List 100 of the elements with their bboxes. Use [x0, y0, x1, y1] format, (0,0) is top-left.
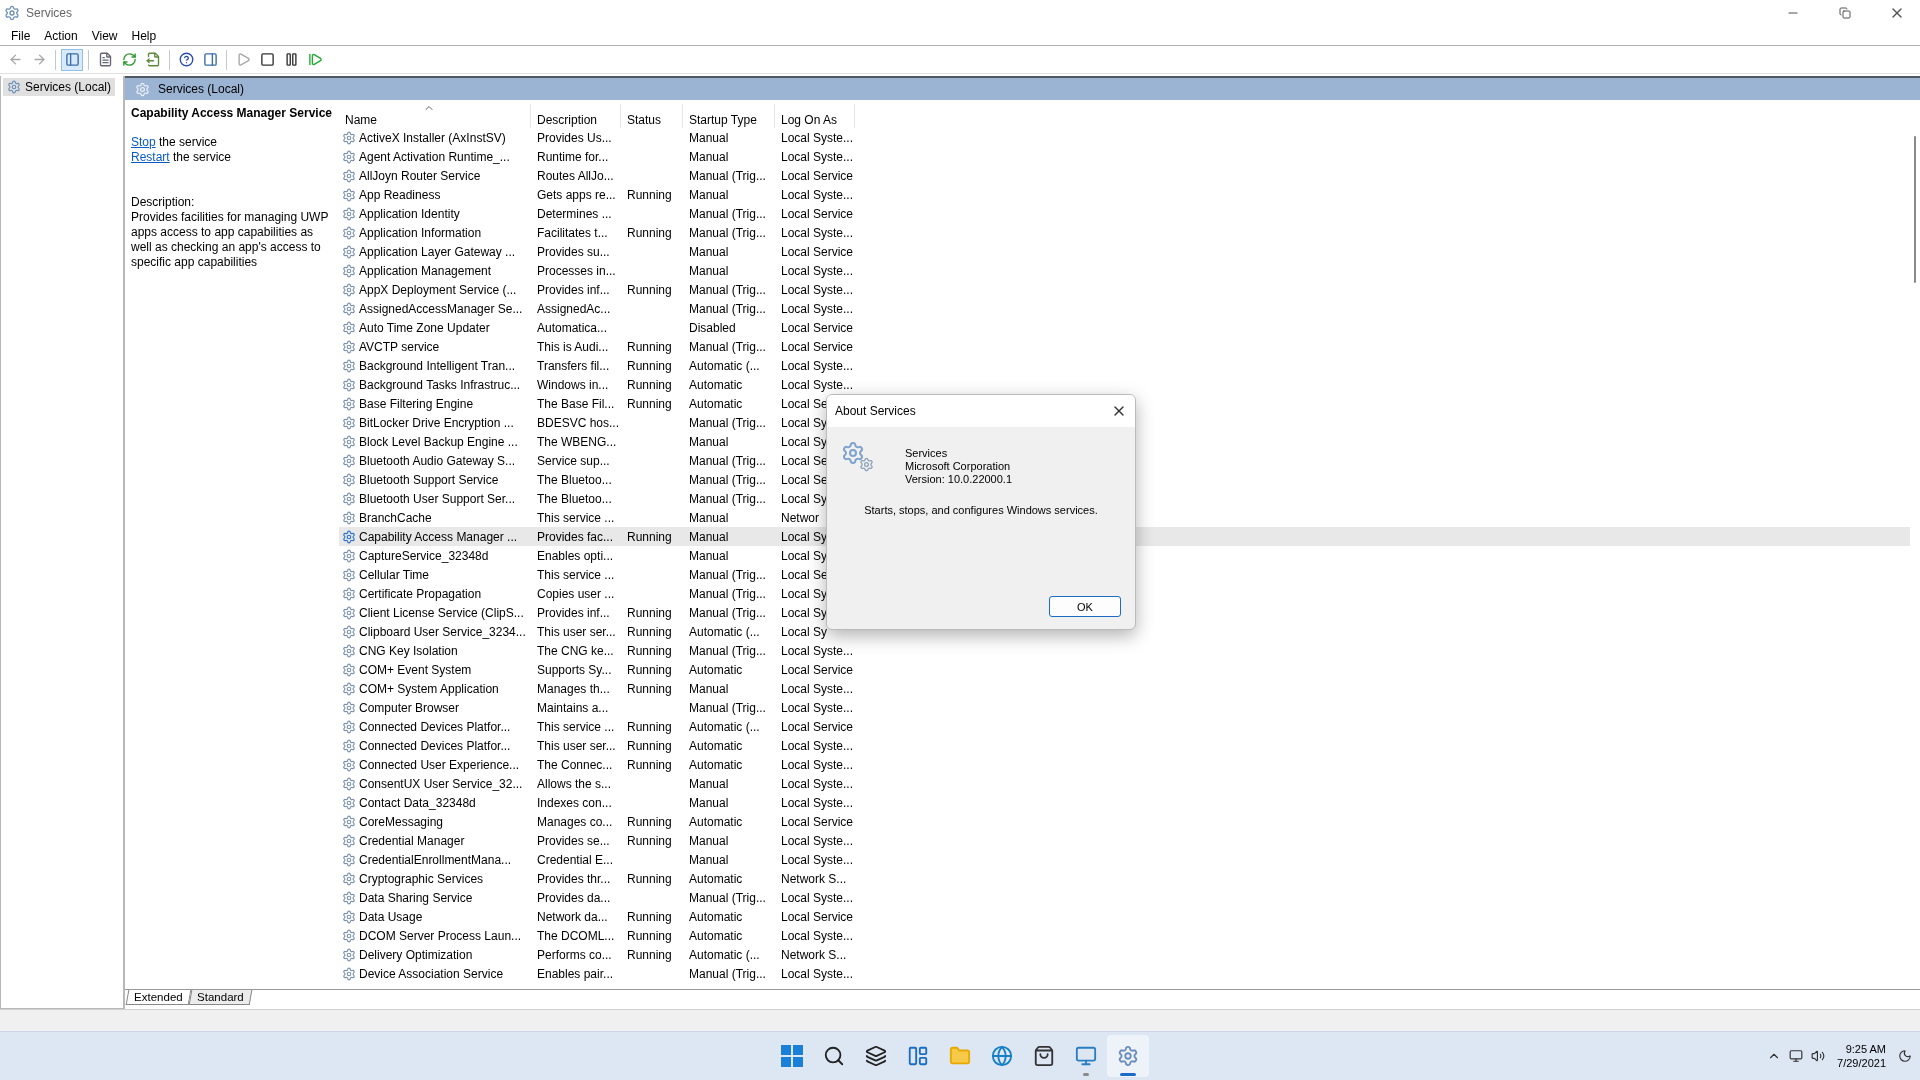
task-view-icon [865, 1045, 887, 1067]
column-header[interactable]: Description [531, 104, 621, 128]
menu-item[interactable]: Help [124, 26, 164, 45]
table-cell: CaptureService_32348d [359, 548, 489, 563]
table-cell-text: Network S... [780, 947, 847, 962]
table-cell-text: Manual [688, 852, 729, 867]
table-cell-text: Local Sy [780, 624, 828, 639]
gear-icon [341, 832, 357, 849]
table-cell-text: Manual (Trig... [688, 567, 766, 582]
table-cell: Auto Time Zone Updater [359, 320, 490, 335]
gear-icon [341, 756, 357, 773]
table-cell-text: Provides da... [536, 890, 611, 905]
table-cell-text: Supports Sy... [536, 662, 612, 677]
table-cell-text: Disabled [688, 320, 736, 335]
table-cell-text: Manual [688, 187, 729, 202]
table-cell-text: Manual (Trig... [688, 225, 766, 240]
table-cell-text: Running [626, 947, 672, 962]
gear-icon [341, 889, 357, 906]
gear-icon [7, 80, 21, 94]
table-cell-text: Windows in... [536, 377, 609, 392]
view-tab[interactable]: Extended [125, 990, 191, 1005]
clock[interactable]: 9:25 AM 7/29/2021 [1833, 1042, 1890, 1070]
table-cell-text: Manual [688, 529, 729, 544]
table-cell: App Readiness [359, 187, 441, 202]
table-cell-text: Provides su... [536, 244, 610, 259]
table-cell-text: Networ [780, 510, 819, 525]
table-cell-text: Local Service [780, 662, 854, 677]
gear-icon [135, 81, 150, 97]
table-cell-text: Local Syste... [780, 890, 854, 905]
action-link[interactable]: Restart [131, 150, 170, 164]
gear-icon [341, 718, 357, 735]
table-cell-text: Running [626, 814, 672, 829]
table-cell-text: Manual (Trig... [688, 168, 766, 183]
gear-icon [341, 851, 357, 868]
table-cell-text: This service ... [536, 567, 615, 582]
gear-icon [1117, 1045, 1139, 1067]
table-cell-text: Manual (Trig... [688, 890, 766, 905]
table-cell: Delivery Optimization [359, 947, 473, 962]
table-cell-text: Running [626, 225, 672, 240]
gear-icon [341, 775, 357, 792]
service-title: Capability Access Manager Service [131, 106, 333, 121]
table-cell-text: Facilitates t... [536, 225, 608, 240]
browser-icon [991, 1045, 1013, 1067]
table-cell-text: Local Service [780, 168, 854, 183]
scrollbar-thumb[interactable] [1914, 136, 1916, 283]
view-tab[interactable]: Standard [188, 990, 252, 1005]
gear-icon [341, 908, 357, 925]
table-cell-text: Running [626, 358, 672, 373]
table-cell-text: Running [626, 757, 672, 772]
table-cell-text: Automatic (... [688, 358, 760, 373]
table-cell: Capability Access Manager ... [359, 529, 518, 544]
table-cell-text: Automatic [688, 757, 743, 772]
table-cell: AssignedAccessManager Se... [359, 301, 523, 316]
export-icon [145, 52, 161, 67]
moon-icon[interactable] [1898, 1049, 1912, 1063]
action-link[interactable]: Stop [131, 135, 156, 149]
table-cell: AppX Deployment Service (... [359, 282, 517, 297]
menu-item[interactable]: Action [37, 26, 85, 45]
gear-icon [341, 585, 357, 602]
table-cell-text: Local Syste... [780, 776, 854, 791]
speaker-icon[interactable] [1811, 1049, 1826, 1063]
table-cell-text: Local Sy [780, 605, 828, 620]
tree-item[interactable]: Services (Local) [3, 78, 116, 96]
play-icon [235, 52, 251, 67]
pause-icon [283, 52, 299, 67]
table-cell-text: Local Sy [780, 415, 828, 430]
gear-icon [341, 528, 357, 545]
table-cell-text: Local Service [780, 320, 854, 335]
table-cell-text: Maintains a... [536, 700, 609, 715]
gear-icon [341, 148, 357, 165]
gear-icon [341, 395, 357, 412]
table-cell: Agent Activation Runtime_... [359, 149, 510, 164]
gear-icon [341, 946, 357, 963]
table-cell-text: Processes in... [536, 263, 616, 278]
table-cell-text: Local Service [780, 719, 854, 734]
menu-item[interactable]: File [4, 26, 38, 45]
ok-button[interactable]: OK [1049, 596, 1121, 617]
table-cell-text: Manual [688, 244, 729, 259]
toolbar-button[interactable] [61, 48, 83, 71]
column-header[interactable]: Name [339, 104, 531, 128]
menu-item[interactable]: View [84, 26, 125, 45]
gear-icon [341, 927, 357, 944]
table-cell-text: Manual (Trig... [688, 491, 766, 506]
table-cell-text: The CNG ke... [536, 643, 614, 658]
table-cell: Bluetooth Support Service [359, 472, 499, 487]
column-header[interactable]: Startup Type [683, 104, 775, 128]
description-label: Description: [131, 195, 196, 210]
monitor-icon[interactable] [1789, 1049, 1804, 1063]
table-cell: CredentialEnrollmentMana... [359, 852, 512, 867]
table-cell-text: Local Syste... [780, 928, 854, 943]
table-cell-text: Manual [688, 510, 729, 525]
table-cell-text: Running [626, 681, 672, 696]
table-cell-text: Running [626, 529, 672, 544]
table-cell-text: The DCOML... [536, 928, 615, 943]
column-header[interactable]: Status [621, 104, 683, 128]
gear-icon [4, 5, 20, 21]
table-cell-text: This service ... [536, 510, 615, 525]
column-header[interactable]: Log On As [775, 104, 855, 128]
table-cell-text: Manual [688, 548, 729, 563]
gear-icon [341, 338, 357, 355]
